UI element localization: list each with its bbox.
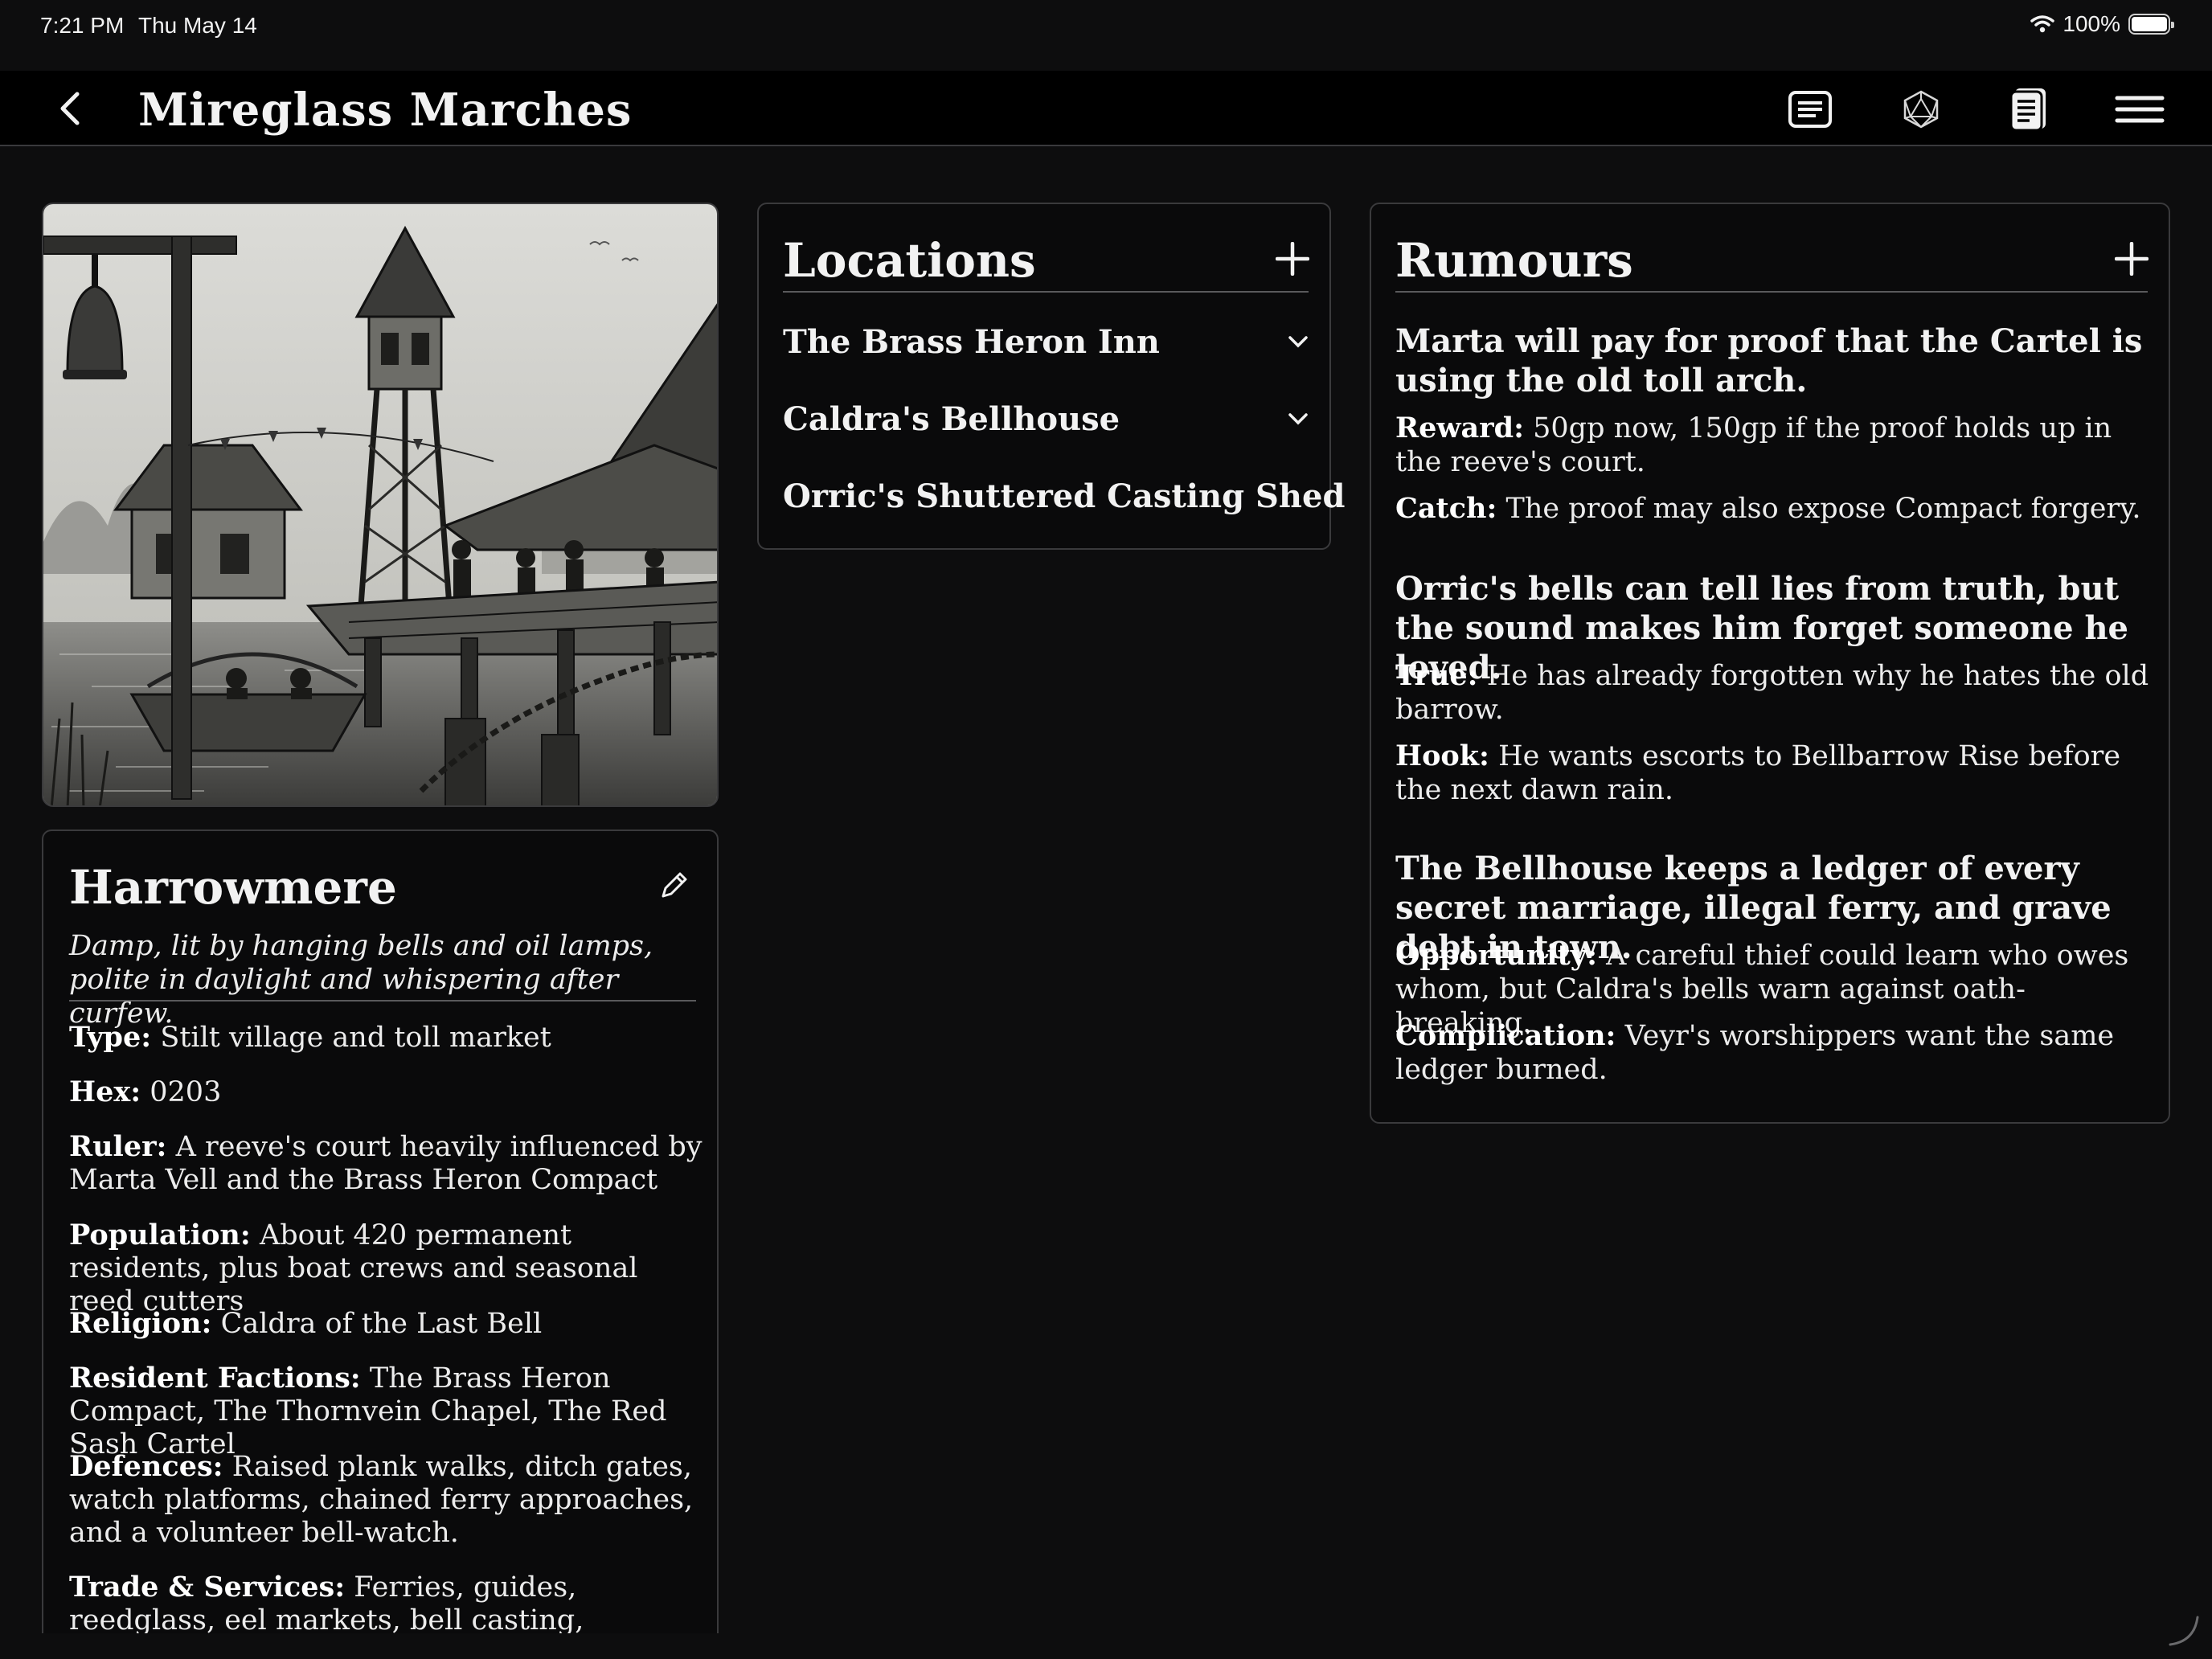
journal-button[interactable] [2003,85,2054,133]
location-label: Caldra's Bellhouse [783,399,1120,438]
location-label: The Brass Heron Inn [783,322,1160,361]
dice-button[interactable] [1895,85,1947,133]
rumours-title: Rumours [1395,233,1633,288]
page-title: Mireglass Marches [138,84,633,137]
location-item-brass-heron-inn[interactable]: The Brass Heron Inn [783,317,1309,367]
field-population: Population: About 420 permanent resident… [69,1219,638,1317]
location-item-caldras-bellhouse[interactable]: Caldra's Bellhouse [783,394,1309,444]
settlement-name: Harrowmere [69,860,397,915]
divider [783,291,1309,293]
status-date: Thu May 14 [138,13,257,38]
chevron-left-icon [60,92,80,125]
rumours-card: Rumours Marta will pay for proof that th… [1370,203,2170,1124]
pencil-icon [662,872,687,898]
field-defences: Defences: Raised plank walks, ditch gate… [69,1450,694,1549]
plus-icon [1276,242,1309,276]
edit-settlement-button[interactable] [651,863,696,908]
status-time: 7:21 PM [40,13,125,38]
wifi-icon [2030,15,2055,33]
divider [69,1000,696,1002]
field-hex: Hex: 0203 [69,1075,222,1108]
plus-icon [2115,242,2149,276]
menu-icon [2115,96,2165,123]
menu-button[interactable] [2114,85,2165,133]
rumour-detail: Catch: The proof may also expose Compact… [1395,492,2141,525]
divider [1395,291,2148,293]
settlement-illustration [42,203,719,807]
add-rumour-button[interactable] [2109,236,2154,281]
chevron-down-icon [1288,413,1308,425]
back-button[interactable] [48,87,92,130]
journal-icon [2009,88,2046,132]
settlement-card: Harrowmere Damp, lit by hanging bells an… [42,830,719,1633]
battery-percent: 100% [2062,11,2120,36]
field-ruler: Ruler: A reeve's court heavily influence… [69,1130,703,1196]
field-resident-factions: Resident Factions: The Brass Heron Compa… [69,1362,667,1460]
locations-card: Locations The Brass Heron Inn Caldra's B… [757,203,1345,550]
top-bar: Mireglass Marches [0,71,2212,146]
rumour-detail: True: He has already forgotten why he ha… [1395,659,2149,726]
field-religion: Religion: Caldra of the Last Bell [69,1307,543,1340]
location-label: Orric's Shuttered Casting Shed [783,477,1346,515]
notes-button[interactable] [1784,85,1836,133]
location-item-orrics-casting-shed[interactable]: Orric's Shuttered Casting Shed [783,471,1345,521]
locations-title: Locations [783,233,1036,288]
field-trade-services: Trade & Services: Ferries, guides, reedg… [69,1571,584,1633]
notes-icon [1788,91,1832,128]
status-indicators: 100% [2030,11,2174,37]
status-bar: 7:21 PM Thu May 14 100% [0,0,2212,50]
settlement-description: Damp, lit by hanging bells and oil lamps… [69,930,653,1030]
scroll-indicator-icon [2169,1616,2199,1646]
battery-icon [2128,14,2174,35]
rumour-detail: Hook: He wants escorts to Bellbarrow Ris… [1395,739,2121,806]
rumour-headline: Marta will pay for proof that the Cartel… [1395,322,2143,399]
rumour-detail: Complication: Veyr's worshippers want th… [1395,1019,2115,1086]
dice-icon [1903,90,1939,129]
add-location-button[interactable] [1270,236,1315,281]
field-type: Type: Stilt village and toll market [69,1021,551,1054]
chevron-down-icon [1288,336,1308,348]
rumour-detail: Reward: 50gp now, 150gp if the proof hol… [1395,412,2112,478]
